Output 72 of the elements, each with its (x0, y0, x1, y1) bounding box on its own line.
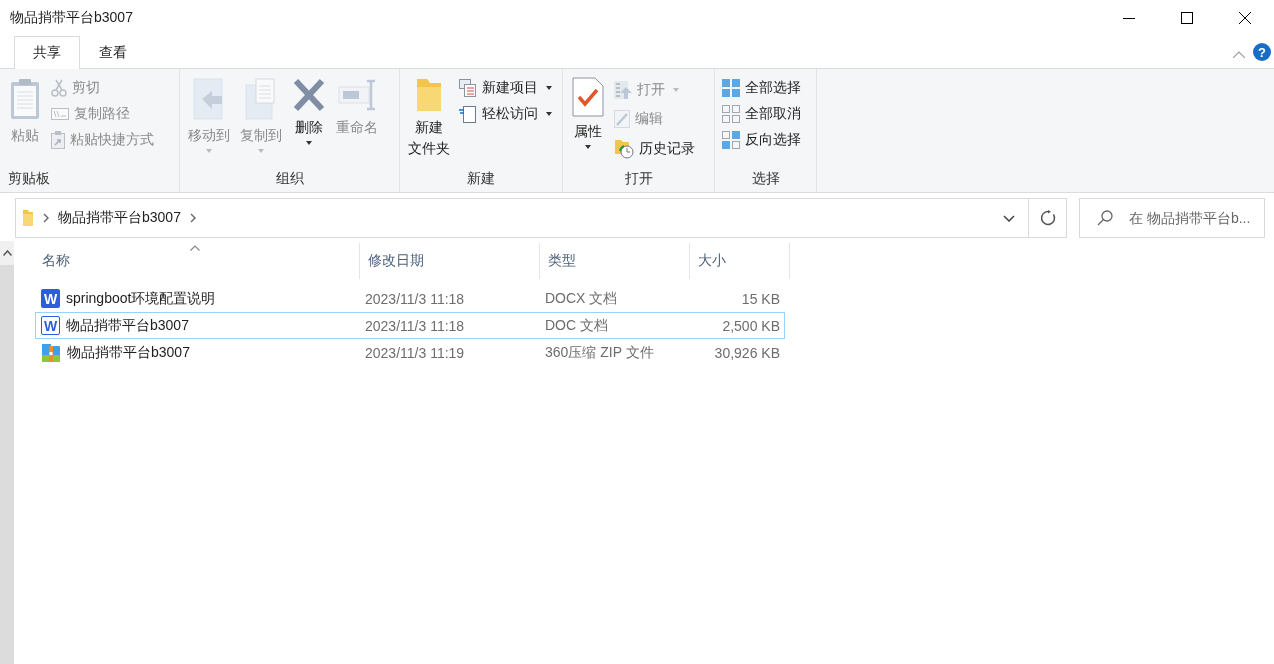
close-icon (1239, 12, 1251, 24)
shortcut-icon (51, 131, 65, 149)
word-document-icon: W (41, 316, 60, 335)
column-header[interactable]: 名称 (34, 243, 360, 279)
copy-to-icon (244, 77, 278, 121)
invert-selection-icon (722, 131, 740, 149)
ribbon-button[interactable]: 新建文件夹 (404, 73, 454, 166)
modified-date: 2023/11/3 11:19 (365, 344, 465, 361)
group-label: 组织 (274, 169, 305, 188)
folder-icon (22, 209, 34, 227)
refresh-icon (1039, 210, 1056, 226)
group-label: 打开 (623, 169, 654, 188)
ribbon-button[interactable]: 历史记录 (611, 134, 698, 164)
help-button[interactable]: ? (1253, 43, 1271, 61)
ribbon-tab[interactable]: 共享 (14, 36, 80, 69)
new-item-icon (459, 79, 477, 97)
search-icon (1097, 210, 1113, 226)
delete-icon (292, 77, 326, 113)
ribbon-button[interactable]: 删除 (288, 73, 330, 166)
search-field[interactable]: 在 物品捎带平台b... (1079, 198, 1265, 238)
ribbon-button[interactable]: 轻松访问 (456, 101, 555, 127)
modified-date: 2023/11/3 11:18 (365, 290, 465, 307)
open-icon (614, 80, 632, 99)
group-label: 选择 (750, 169, 781, 188)
file-type: DOCX 文档 (545, 289, 618, 306)
ribbon-button[interactable]: 属性 (567, 73, 609, 166)
file-type: DOC 文档 (545, 316, 608, 333)
history-icon (614, 138, 634, 159)
file-size: 30,926 KB (714, 344, 780, 361)
scroll-up-icon (2, 250, 12, 256)
file-name: 物品捎带平台b3007 (67, 343, 190, 362)
ribbon-tab[interactable]: 查看 (80, 36, 146, 68)
ribbon-button[interactable]: 全部选择 (719, 75, 804, 101)
rename-icon (337, 77, 377, 113)
scrollbar[interactable] (0, 241, 14, 664)
modified-date: 2023/11/3 11:18 (365, 317, 465, 334)
chevron-down-icon (1003, 214, 1015, 222)
scissors-icon (51, 79, 67, 97)
properties-icon (572, 77, 604, 117)
path-icon (51, 108, 69, 120)
archive-icon (41, 342, 61, 363)
window-title: 物品捎带平台b3007 (9, 9, 134, 27)
column-header[interactable]: 类型 (540, 243, 690, 279)
group-label: 新建 (466, 169, 496, 188)
word-document-icon: W (41, 289, 60, 308)
ribbon-button[interactable]: 新建项目 (456, 75, 555, 101)
ribbon-button[interactable]: 反向选择 (719, 127, 804, 153)
column-header[interactable]: 修改日期 (360, 243, 540, 279)
clipboard-icon (8, 77, 42, 121)
file-name: springboot环境配置说明 (66, 289, 216, 308)
edit-icon (614, 110, 630, 129)
sort-ascending-icon (190, 245, 200, 251)
file-row[interactable]: W springboot环境配置说明 2023/11/3 11:18 DOCX 文档 15 KB (35, 285, 785, 312)
select-none-icon (722, 105, 740, 123)
file-type: 360压缩 ZIP 文件 (545, 343, 654, 360)
collapse-ribbon-icon[interactable] (1233, 51, 1245, 58)
group-label: 剪贴板 (7, 169, 51, 188)
easy-access-icon (459, 105, 477, 123)
file-row[interactable]: W 物品捎带平台b3007 2023/11/3 11:18 DOC 文档 2,500 KB (35, 312, 785, 339)
file-name: 物品捎带平台b3007 (66, 316, 189, 335)
move-to-icon (192, 77, 226, 121)
select-all-icon (722, 79, 740, 97)
file-size: 2,500 KB (722, 317, 780, 334)
column-header[interactable]: 大小 (690, 243, 790, 279)
folder-icon (415, 77, 443, 113)
file-row[interactable]: 物品捎带平台b3007 2023/11/3 11:19 360压缩 ZIP 文件 30,926 KB (35, 339, 785, 366)
ribbon-button[interactable]: 全部取消 (719, 101, 804, 127)
breadcrumb[interactable]: 物品捎带平台b3007 (58, 209, 181, 227)
maximize-icon (1181, 12, 1193, 24)
chevron-icon (189, 213, 196, 223)
file-size: 15 KB (741, 290, 780, 307)
chevron-icon (43, 213, 49, 223)
